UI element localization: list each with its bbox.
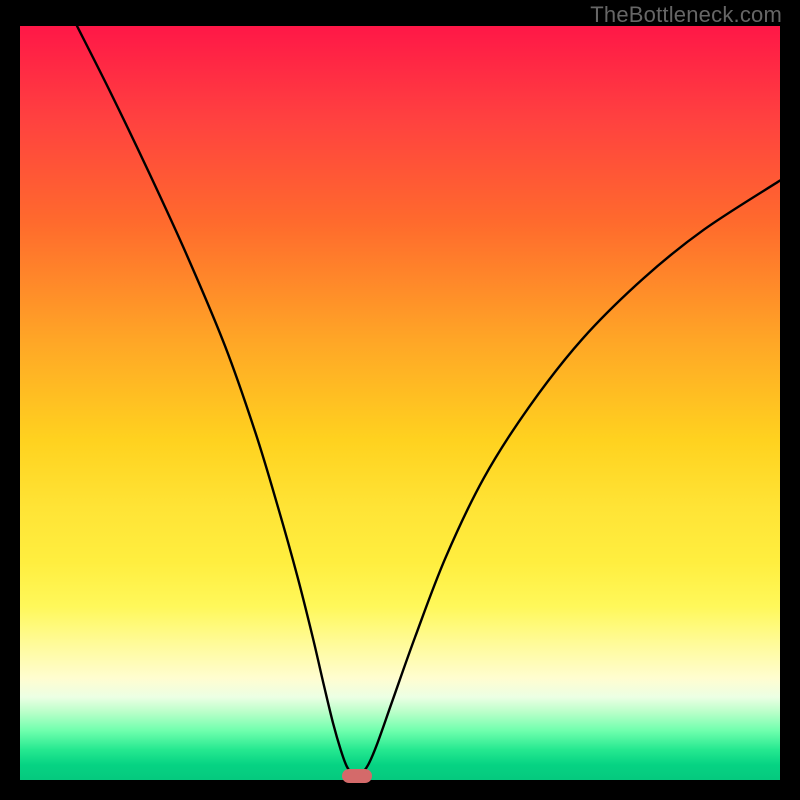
bottleneck-chart: TheBottleneck.com [0,0,800,800]
minimum-marker [342,769,372,783]
bottleneck-curve [20,26,780,780]
watermark-text: TheBottleneck.com [590,2,782,28]
curve-path [77,26,780,775]
